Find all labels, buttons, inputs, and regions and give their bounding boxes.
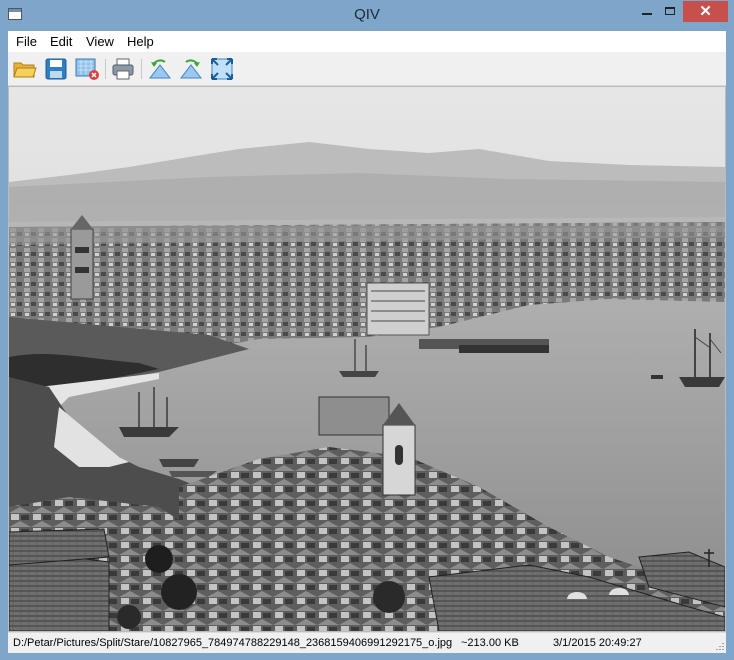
- app-window: QIV ✕ File Edit View Help D:/Petar/Pictu…: [0, 0, 734, 660]
- photo-image: [9, 87, 725, 631]
- window-title: QIV: [354, 6, 380, 23]
- fit-to-window-button[interactable]: [209, 56, 235, 82]
- status-bar: D:/Petar/Pictures/Split/Stare/10827965_7…: [8, 632, 726, 653]
- client-area: File Edit View Help D:/Petar/Pictures/Sp…: [8, 31, 726, 653]
- minimize-icon: [642, 13, 652, 15]
- rotate-left-button[interactable]: [147, 56, 173, 82]
- close-icon: ✕: [699, 3, 712, 20]
- rotate-left-icon: [148, 59, 172, 79]
- image-viewport[interactable]: [8, 86, 726, 632]
- close-image-button[interactable]: [74, 56, 100, 82]
- fit-to-window-icon: [211, 58, 233, 80]
- status-file-path: D:/Petar/Pictures/Split/Stare/10827965_7…: [13, 637, 453, 649]
- toolbar: [8, 52, 726, 86]
- save-icon: [45, 58, 67, 80]
- toolbar-separator: [105, 59, 106, 79]
- open-folder-icon: [13, 62, 37, 78]
- status-file-date: 3/1/2015 20:49:27: [553, 637, 642, 649]
- toolbar-separator: [141, 59, 142, 79]
- menu-view[interactable]: View: [86, 34, 114, 49]
- open-button[interactable]: [12, 56, 38, 82]
- maximize-button[interactable]: [660, 1, 682, 22]
- menu-edit[interactable]: Edit: [50, 34, 72, 49]
- close-window-button[interactable]: ✕: [683, 1, 728, 22]
- print-button[interactable]: [110, 56, 136, 82]
- save-button[interactable]: [43, 56, 69, 82]
- minimize-button[interactable]: [634, 1, 660, 22]
- resize-grip-icon[interactable]: [714, 641, 724, 651]
- close-image-icon: [75, 58, 99, 80]
- rotate-right-button[interactable]: [178, 56, 204, 82]
- status-file-size: ~213.00 KB: [461, 637, 519, 649]
- print-icon: [112, 58, 134, 80]
- rotate-right-icon: [179, 59, 203, 79]
- title-bar[interactable]: QIV ✕: [0, 0, 734, 31]
- menu-file[interactable]: File: [16, 34, 37, 49]
- maximize-icon: [665, 7, 675, 15]
- menu-bar: File Edit View Help: [8, 31, 726, 52]
- menu-help[interactable]: Help: [127, 34, 154, 49]
